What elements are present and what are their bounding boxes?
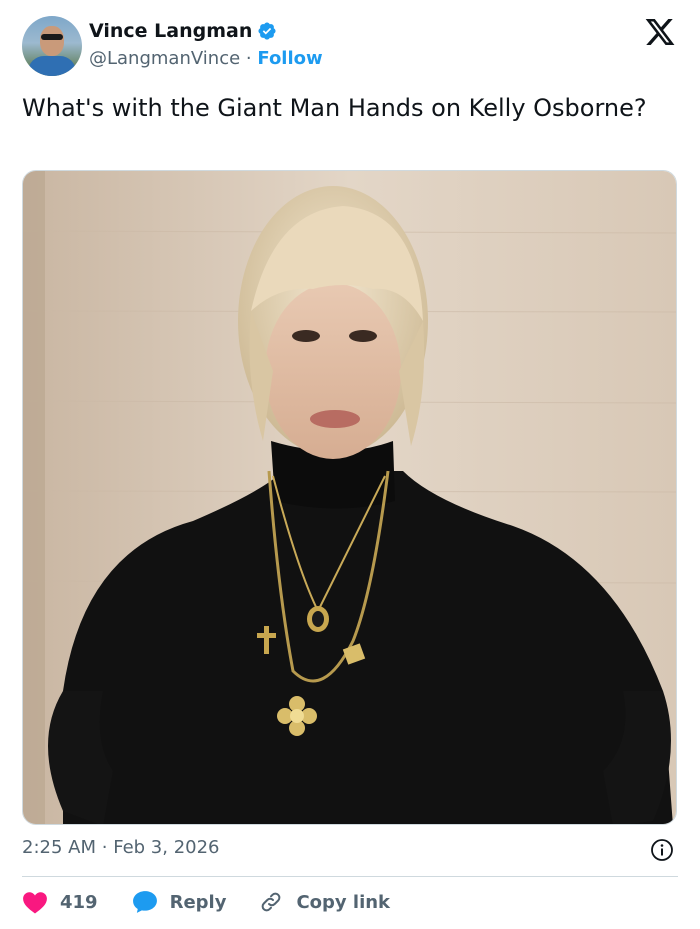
follow-button[interactable]: Follow [257, 48, 322, 69]
like-button[interactable]: 419 [22, 890, 98, 914]
reply-bubble-icon [132, 891, 157, 913]
like-count: 419 [60, 891, 98, 913]
heart-icon [23, 892, 47, 914]
tweet-timestamp[interactable]: 2:25 AM · Feb 3, 2026 [22, 837, 220, 858]
author-name[interactable]: Vince Langman [89, 20, 252, 42]
photo-illustration [23, 171, 676, 824]
divider [22, 876, 678, 877]
tweet-date: Feb 3, 2026 [113, 837, 220, 858]
timestamp-separator: · [101, 837, 108, 858]
verified-badge-icon [258, 22, 276, 40]
author-handle[interactable]: @LangmanVince [89, 48, 240, 69]
tweet-header: Vince Langman @LangmanVince · Follow [22, 16, 678, 78]
avatar[interactable] [22, 16, 82, 76]
tweet-time: 2:25 AM [22, 837, 96, 858]
reply-label: Reply [169, 891, 227, 913]
reply-button[interactable]: Reply [132, 890, 227, 914]
author-handle-row: @LangmanVince · Follow [89, 48, 323, 69]
x-logo-icon[interactable] [644, 16, 676, 48]
author-name-row: Vince Langman [89, 20, 277, 42]
info-icon[interactable] [650, 838, 674, 862]
handle-separator: · [245, 48, 252, 69]
copy-link-button[interactable]: Copy link [258, 890, 390, 914]
link-icon [262, 892, 281, 912]
tweet-photo[interactable] [22, 170, 677, 825]
copy-link-label: Copy link [296, 891, 391, 913]
tweet-text: What's with the Giant Man Hands on Kelly… [22, 94, 647, 122]
tweet-actions: 419 Reply Copy link [22, 887, 390, 917]
